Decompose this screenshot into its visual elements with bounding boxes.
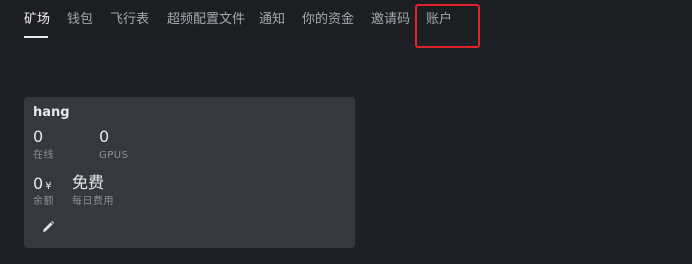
balance-currency: ¥ (45, 181, 52, 192)
rig-name: hang (33, 105, 70, 120)
nav-item-flight-sheets[interactable]: 飞行表 (110, 12, 149, 28)
online-count: 0 (33, 127, 44, 146)
account-highlight-box (415, 4, 480, 48)
nav-item-your-funds[interactable]: 你的资金 (302, 12, 354, 28)
balance-amount: 0 (33, 174, 44, 193)
gpu-count: 0 (99, 127, 110, 146)
pencil-icon[interactable] (41, 219, 55, 233)
daily-fee-value: 免费 (72, 173, 105, 192)
gpu-label: GPUS (99, 150, 129, 161)
nav-item-invite-code[interactable]: 邀请码 (371, 12, 410, 28)
balance-value: 0 ¥ (33, 174, 52, 193)
top-navigation: 矿场 钱包 飞行表 超频配置文件 通知 你的资金 邀请码 账户 (0, 0, 692, 39)
nav-item-oc-profiles[interactable]: 超频配置文件 (167, 12, 245, 28)
rig-card[interactable]: hang 0 在线 0 GPUS 0 ¥ 余额 免费 每日费用 (24, 97, 355, 248)
online-label: 在线 (33, 150, 54, 161)
balance-label: 余额 (33, 196, 54, 207)
daily-fee-label: 每日费用 (72, 196, 114, 207)
nav-item-wallet[interactable]: 钱包 (67, 12, 93, 28)
nav-item-mining[interactable]: 矿场 (24, 12, 50, 28)
active-tab-indicator (24, 36, 48, 38)
nav-item-notifications[interactable]: 通知 (259, 12, 285, 28)
